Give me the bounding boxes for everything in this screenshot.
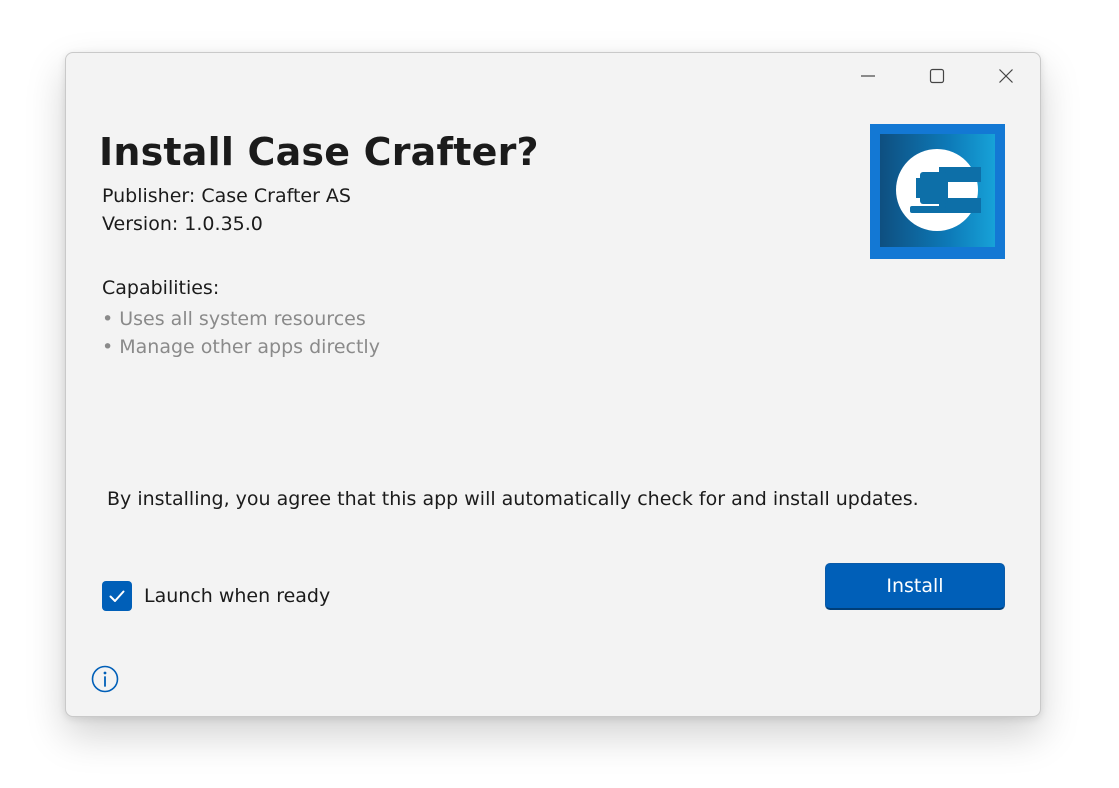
capabilities-heading: Capabilities: xyxy=(102,277,220,299)
auto-update-agreement: By installing, you agree that this app w… xyxy=(107,488,919,510)
capabilities-list: • Uses all system resources • Manage oth… xyxy=(102,305,380,361)
publisher-text: Publisher: Case Crafter AS xyxy=(102,185,351,207)
info-icon xyxy=(91,665,119,693)
close-button[interactable] xyxy=(983,59,1029,93)
maximize-icon xyxy=(929,68,945,84)
version-text: Version: 1.0.35.0 xyxy=(102,213,263,235)
capability-item: • Uses all system resources xyxy=(102,308,366,330)
launch-checkbox-label[interactable]: Launch when ready xyxy=(144,585,330,607)
minimize-button[interactable] xyxy=(845,59,891,93)
capability-item: • Manage other apps directly xyxy=(102,336,380,358)
install-button[interactable]: Install xyxy=(825,563,1005,610)
launch-when-ready-toggle[interactable]: Launch when ready xyxy=(102,581,330,611)
launch-checkbox[interactable] xyxy=(102,581,132,611)
maximize-button[interactable] xyxy=(914,59,960,93)
dialog-title: Install Case Crafter? xyxy=(99,130,539,174)
case-crafter-logo-icon xyxy=(896,149,981,231)
minimize-icon xyxy=(861,75,875,77)
app-logo xyxy=(870,124,1005,259)
info-button[interactable] xyxy=(90,664,120,694)
checkmark-icon xyxy=(109,590,125,602)
close-icon xyxy=(999,69,1013,83)
installer-window: Install Case Crafter? Publisher: Case Cr… xyxy=(65,52,1041,717)
